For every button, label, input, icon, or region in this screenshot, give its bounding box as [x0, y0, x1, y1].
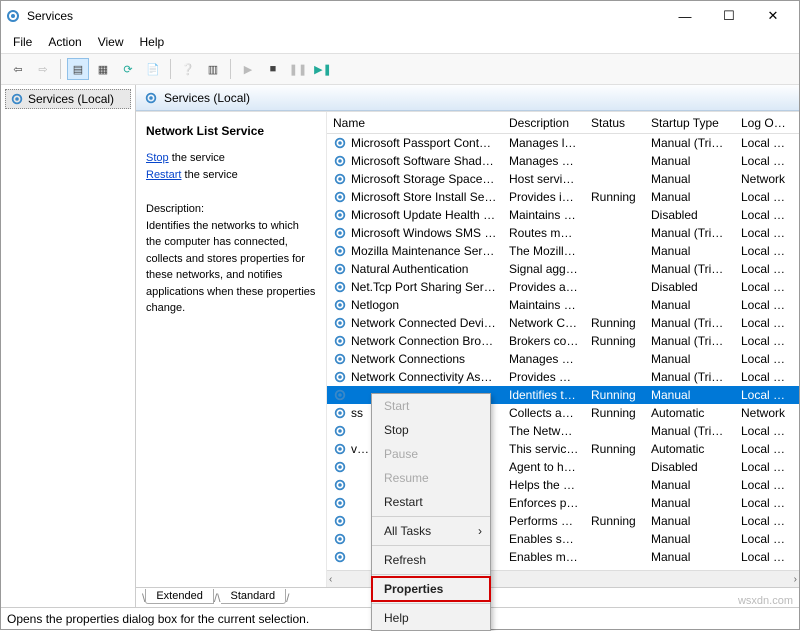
start-service-button[interactable]: ▶ — [237, 58, 259, 80]
service-icon — [333, 532, 347, 546]
services-icon — [144, 91, 158, 105]
services-icon — [5, 8, 21, 24]
description-label: Description: — [146, 201, 316, 218]
service-icon — [333, 262, 347, 276]
service-row[interactable]: Microsoft Windows SMS Ro…Routes mess…Man… — [327, 224, 799, 242]
service-icon — [333, 226, 347, 240]
service-icon — [333, 352, 347, 366]
list-header: Name Description Status Startup Type Log… — [327, 112, 799, 134]
service-icon — [333, 136, 347, 150]
cm-properties[interactable]: Properties — [372, 577, 490, 601]
help-button[interactable]: ❔ — [177, 58, 199, 80]
service-row[interactable]: Network Connected Devices …Network Co…Ru… — [327, 314, 799, 332]
context-menu: Start Stop Pause Resume Restart All Task… — [371, 393, 491, 631]
details-button[interactable]: ▦ — [92, 58, 114, 80]
cm-help[interactable]: Help — [372, 606, 490, 630]
minimize-button[interactable]: — — [663, 2, 707, 30]
service-row[interactable]: Microsoft Software Shadow …Manages so…Ma… — [327, 152, 799, 170]
service-icon — [333, 316, 347, 330]
toolbar: ⇦ ⇨ ▤ ▦ ⟳ 📄 ❔ ▥ ▶ ■ ❚❚ ▶❚ — [1, 53, 799, 85]
menu-help[interactable]: Help — [134, 33, 171, 51]
properties-button[interactable]: ▥ — [202, 58, 224, 80]
col-startup[interactable]: Startup Type — [645, 114, 735, 132]
cm-all-tasks[interactable]: All Tasks — [372, 519, 490, 543]
service-row[interactable]: Microsoft Passport ContainerManages loc…… — [327, 134, 799, 152]
service-icon — [333, 424, 347, 438]
watermark: wsxdn.com — [738, 595, 793, 607]
service-row[interactable]: Network Connectivity Assist…Provides Dir… — [327, 368, 799, 386]
menu-view[interactable]: View — [92, 33, 130, 51]
service-row[interactable]: Network ConnectionsManages ob…ManualLoca… — [327, 350, 799, 368]
tab-standard[interactable]: Standard — [221, 589, 287, 604]
menubar: File Action View Help — [1, 31, 799, 53]
service-icon — [333, 154, 347, 168]
titlebar: Services — ☐ ✕ — [1, 1, 799, 31]
maximize-button[interactable]: ☐ — [707, 2, 751, 30]
service-row[interactable]: Microsoft Storage Spaces S…Host service … — [327, 170, 799, 188]
pause-service-button[interactable]: ❚❚ — [287, 58, 309, 80]
cm-resume: Resume — [372, 466, 490, 490]
forward-button[interactable]: ⇨ — [32, 58, 54, 80]
tree-root-services[interactable]: Services (Local) — [5, 89, 131, 109]
service-row[interactable]: Network Connection BrokerBrokers con…Run… — [327, 332, 799, 350]
service-icon — [333, 208, 347, 222]
service-row[interactable]: Microsoft Update Health Ser…Maintains U…… — [327, 206, 799, 224]
service-icon — [333, 388, 347, 402]
cm-stop[interactable]: Stop — [372, 418, 490, 442]
refresh-button[interactable]: ⟳ — [117, 58, 139, 80]
service-icon — [333, 514, 347, 528]
service-icon — [333, 442, 347, 456]
col-name[interactable]: Name — [327, 114, 503, 132]
col-status[interactable]: Status — [585, 114, 645, 132]
menu-file[interactable]: File — [7, 33, 38, 51]
service-icon — [333, 280, 347, 294]
col-logon[interactable]: Log On A — [735, 114, 795, 132]
services-icon — [10, 92, 24, 106]
service-icon — [333, 334, 347, 348]
col-description[interactable]: Description — [503, 114, 585, 132]
stop-link[interactable]: Stop — [146, 152, 169, 164]
selected-service-name: Network List Service — [146, 122, 316, 140]
cm-start: Start — [372, 394, 490, 418]
stop-service-button[interactable]: ■ — [262, 58, 284, 80]
cm-refresh[interactable]: Refresh — [372, 548, 490, 572]
restart-link[interactable]: Restart — [146, 169, 181, 181]
back-button[interactable]: ⇦ — [7, 58, 29, 80]
service-icon — [333, 496, 347, 510]
service-icon — [333, 190, 347, 204]
service-row[interactable]: Natural AuthenticationSignal aggre…Manua… — [327, 260, 799, 278]
service-icon — [333, 370, 347, 384]
pane-title: Services (Local) — [164, 91, 250, 105]
tree-pane: Services (Local) — [1, 85, 136, 607]
export-button[interactable]: 📄 — [142, 58, 164, 80]
service-icon — [333, 550, 347, 564]
service-icon — [333, 406, 347, 420]
service-row[interactable]: Net.Tcp Port Sharing ServiceProvides abi… — [327, 278, 799, 296]
service-icon — [333, 460, 347, 474]
service-icon — [333, 298, 347, 312]
service-row[interactable]: NetlogonMaintains a …ManualLocal Sys — [327, 296, 799, 314]
tab-extended[interactable]: Extended — [145, 589, 213, 604]
tree-root-label: Services (Local) — [28, 92, 114, 106]
cm-pause: Pause — [372, 442, 490, 466]
show-tree-button[interactable]: ▤ — [67, 58, 89, 80]
service-icon — [333, 478, 347, 492]
pane-header: Services (Local) — [136, 85, 799, 111]
description-text: Identifies the networks to which the com… — [146, 218, 316, 317]
restart-service-button[interactable]: ▶❚ — [312, 58, 334, 80]
menu-action[interactable]: Action — [42, 33, 87, 51]
service-row[interactable]: Mozilla Maintenance ServiceThe Mozilla …… — [327, 242, 799, 260]
service-icon — [333, 244, 347, 258]
close-button[interactable]: ✕ — [751, 2, 795, 30]
extended-info-panel: Network List Service Stop the service Re… — [136, 112, 326, 587]
service-icon — [333, 172, 347, 186]
window-title: Services — [27, 9, 663, 23]
cm-restart[interactable]: Restart — [372, 490, 490, 514]
service-row[interactable]: Microsoft Store Install ServiceProvides … — [327, 188, 799, 206]
